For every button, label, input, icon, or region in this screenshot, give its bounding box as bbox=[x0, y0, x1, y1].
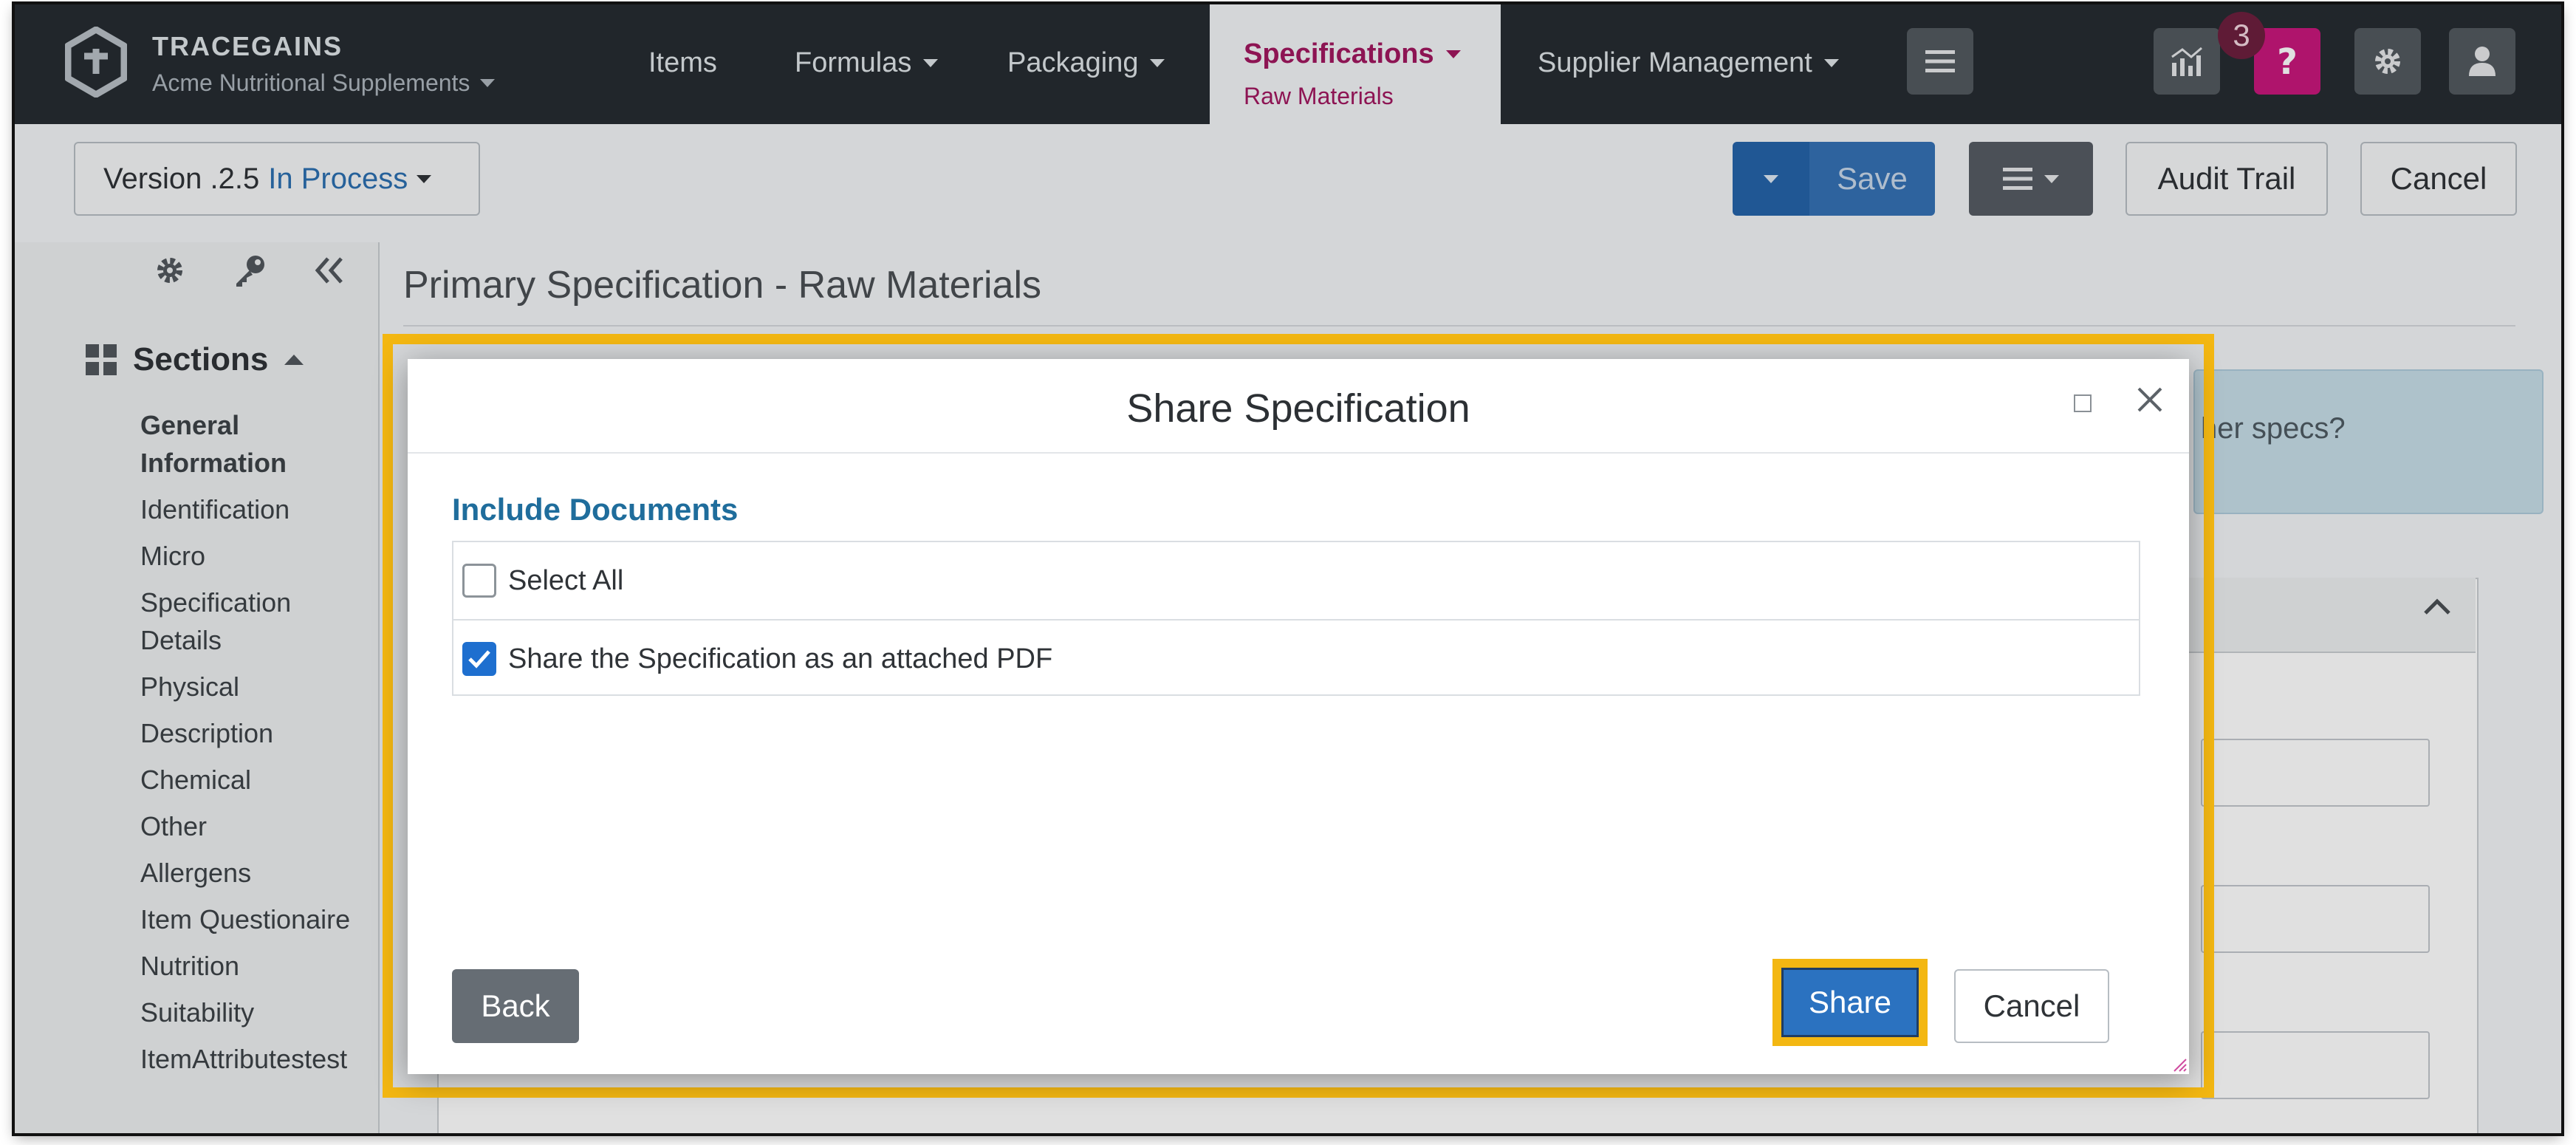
include-documents-label: Include Documents bbox=[452, 492, 739, 527]
share-pdf-checkbox[interactable] bbox=[462, 642, 496, 676]
checkmark-icon bbox=[468, 650, 490, 669]
share-pdf-row[interactable]: Share the Specification as an attached P… bbox=[453, 619, 2139, 697]
share-specification-dialog: Share Specification Include Documents Se… bbox=[408, 359, 2189, 1074]
select-all-label: Select All bbox=[508, 564, 624, 596]
share-pdf-label: Share the Specification as an attached P… bbox=[508, 643, 1053, 674]
back-button[interactable]: Back bbox=[452, 969, 579, 1043]
modal-title: Share Specification bbox=[1126, 386, 1470, 431]
cancel-button[interactable]: Cancel bbox=[1954, 969, 2109, 1043]
select-all-checkbox[interactable] bbox=[462, 564, 496, 598]
resize-handle-icon[interactable] bbox=[2171, 1056, 2188, 1073]
maximize-icon[interactable] bbox=[2074, 394, 2092, 412]
app-window: TRACEGAINS Acme Nutritional Supplements … bbox=[12, 1, 2564, 1136]
documents-list: Select All Share the Specification as an… bbox=[452, 541, 2140, 696]
select-all-row[interactable]: Select All bbox=[453, 542, 2139, 619]
share-button[interactable]: Share bbox=[1781, 968, 1919, 1037]
modal-header: Share Specification bbox=[408, 359, 2189, 454]
close-icon[interactable] bbox=[2134, 384, 2165, 415]
